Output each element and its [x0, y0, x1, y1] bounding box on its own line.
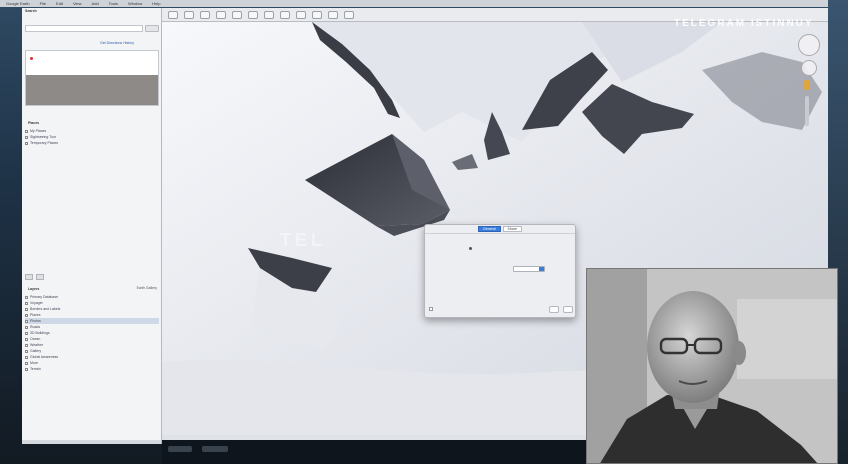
channel-watermark: TELEGRAM ISTINNUY	[674, 18, 814, 29]
presenter-ear	[732, 341, 746, 365]
print-button[interactable]	[344, 10, 354, 19]
search-links[interactable]: Get Directions History	[100, 41, 134, 45]
dialog-footer	[429, 305, 573, 313]
screen: Google Earth File Edit View Add Tools Wi…	[0, 0, 848, 464]
room-window	[737, 299, 837, 379]
presenter-video	[587, 269, 837, 463]
checkbox[interactable]	[25, 367, 28, 371]
taskbar-strip	[162, 440, 586, 464]
menu-app[interactable]: Google Earth	[6, 1, 30, 6]
search-input[interactable]	[25, 25, 143, 32]
checkbox[interactable]	[25, 319, 28, 323]
planets-button[interactable]	[296, 10, 306, 19]
menu-help[interactable]: Help	[152, 1, 160, 6]
checkbox[interactable]	[25, 307, 28, 311]
dialog-checkbox[interactable]	[429, 307, 433, 311]
menu-tools[interactable]: Tools	[109, 1, 118, 6]
menu-file[interactable]: File	[40, 1, 46, 6]
taskbar-item[interactable]	[202, 446, 228, 452]
street-view-pegman-icon[interactable]	[804, 80, 810, 90]
checkbox[interactable]	[25, 331, 28, 335]
checkbox[interactable]	[25, 343, 28, 347]
zoom-slider[interactable]	[805, 96, 809, 126]
earth-gallery-button[interactable]: Earth Gallery	[137, 286, 157, 290]
search-button[interactable]	[145, 25, 159, 32]
ruler-button[interactable]	[312, 10, 322, 19]
properties-dialog: General Share	[424, 224, 576, 318]
search-result-item[interactable]	[30, 57, 35, 61]
search-results-empty-area	[26, 75, 158, 105]
checkbox[interactable]	[25, 337, 28, 341]
dialog-row	[429, 266, 545, 272]
taskbar-item[interactable]	[168, 446, 192, 452]
sidebar-toggle-button[interactable]	[168, 10, 178, 19]
dialog-tab-bar: General Share	[425, 225, 575, 234]
checkbox[interactable]	[25, 295, 28, 299]
search-results-panel	[25, 50, 159, 106]
placemark-button[interactable]	[184, 10, 194, 19]
menu-window[interactable]: Window	[128, 1, 142, 6]
menu-add[interactable]: Add	[92, 1, 99, 6]
cancel-button[interactable]	[549, 305, 559, 313]
record-tour-button[interactable]	[248, 10, 258, 19]
checkbox[interactable]	[25, 361, 28, 365]
menu-edit[interactable]: Edit	[56, 1, 63, 6]
menu-bar: Google Earth File Edit View Add Tools Wi…	[0, 0, 848, 7]
search-section-title: Search	[25, 9, 37, 13]
checkbox[interactable]	[25, 355, 28, 359]
checkbox[interactable]	[25, 313, 28, 317]
add-folder-button[interactable]	[36, 274, 44, 280]
checkbox[interactable]	[25, 129, 28, 133]
sidebar-status-strip	[22, 440, 161, 444]
webcam-overlay	[586, 268, 838, 464]
email-button[interactable]	[328, 10, 338, 19]
places-list: My Places Sightseeing Tour Temporary Pla…	[25, 128, 159, 146]
sidebar: Search Get Directions History Places My …	[22, 8, 162, 444]
polygon-button[interactable]	[200, 10, 210, 19]
ok-button[interactable]	[563, 305, 573, 313]
checkbox[interactable]	[25, 349, 28, 353]
places-section-title: Places	[28, 121, 40, 125]
layers-list: Primary Database Voyager Borders and Lab…	[25, 294, 159, 372]
dialog-unit-select[interactable]	[513, 266, 545, 272]
path-button[interactable]	[216, 10, 226, 19]
layer-item[interactable]: Terrain	[25, 366, 159, 372]
layer-item-label: Terrain	[30, 367, 41, 371]
map-watermark: TEL	[280, 230, 326, 250]
checkbox[interactable]	[25, 141, 28, 145]
dialog-tab-general[interactable]: General	[478, 226, 501, 232]
overlay-button[interactable]	[232, 10, 242, 19]
historical-imagery-button[interactable]	[264, 10, 274, 19]
places-toolbar	[25, 274, 159, 281]
dialog-tab-share[interactable]: Share	[502, 226, 522, 232]
places-item[interactable]: Temporary Places	[25, 140, 159, 146]
placemark-pin-icon	[469, 247, 472, 250]
sun-button[interactable]	[280, 10, 290, 19]
checkbox[interactable]	[25, 301, 28, 305]
places-item-label: Temporary Places	[30, 141, 59, 145]
compass-icon[interactable]	[798, 34, 820, 56]
menu-view[interactable]: View	[73, 1, 82, 6]
add-place-button[interactable]	[25, 274, 33, 280]
look-joystick-icon[interactable]	[801, 60, 817, 76]
checkbox[interactable]	[25, 135, 28, 139]
checkbox[interactable]	[25, 325, 28, 329]
